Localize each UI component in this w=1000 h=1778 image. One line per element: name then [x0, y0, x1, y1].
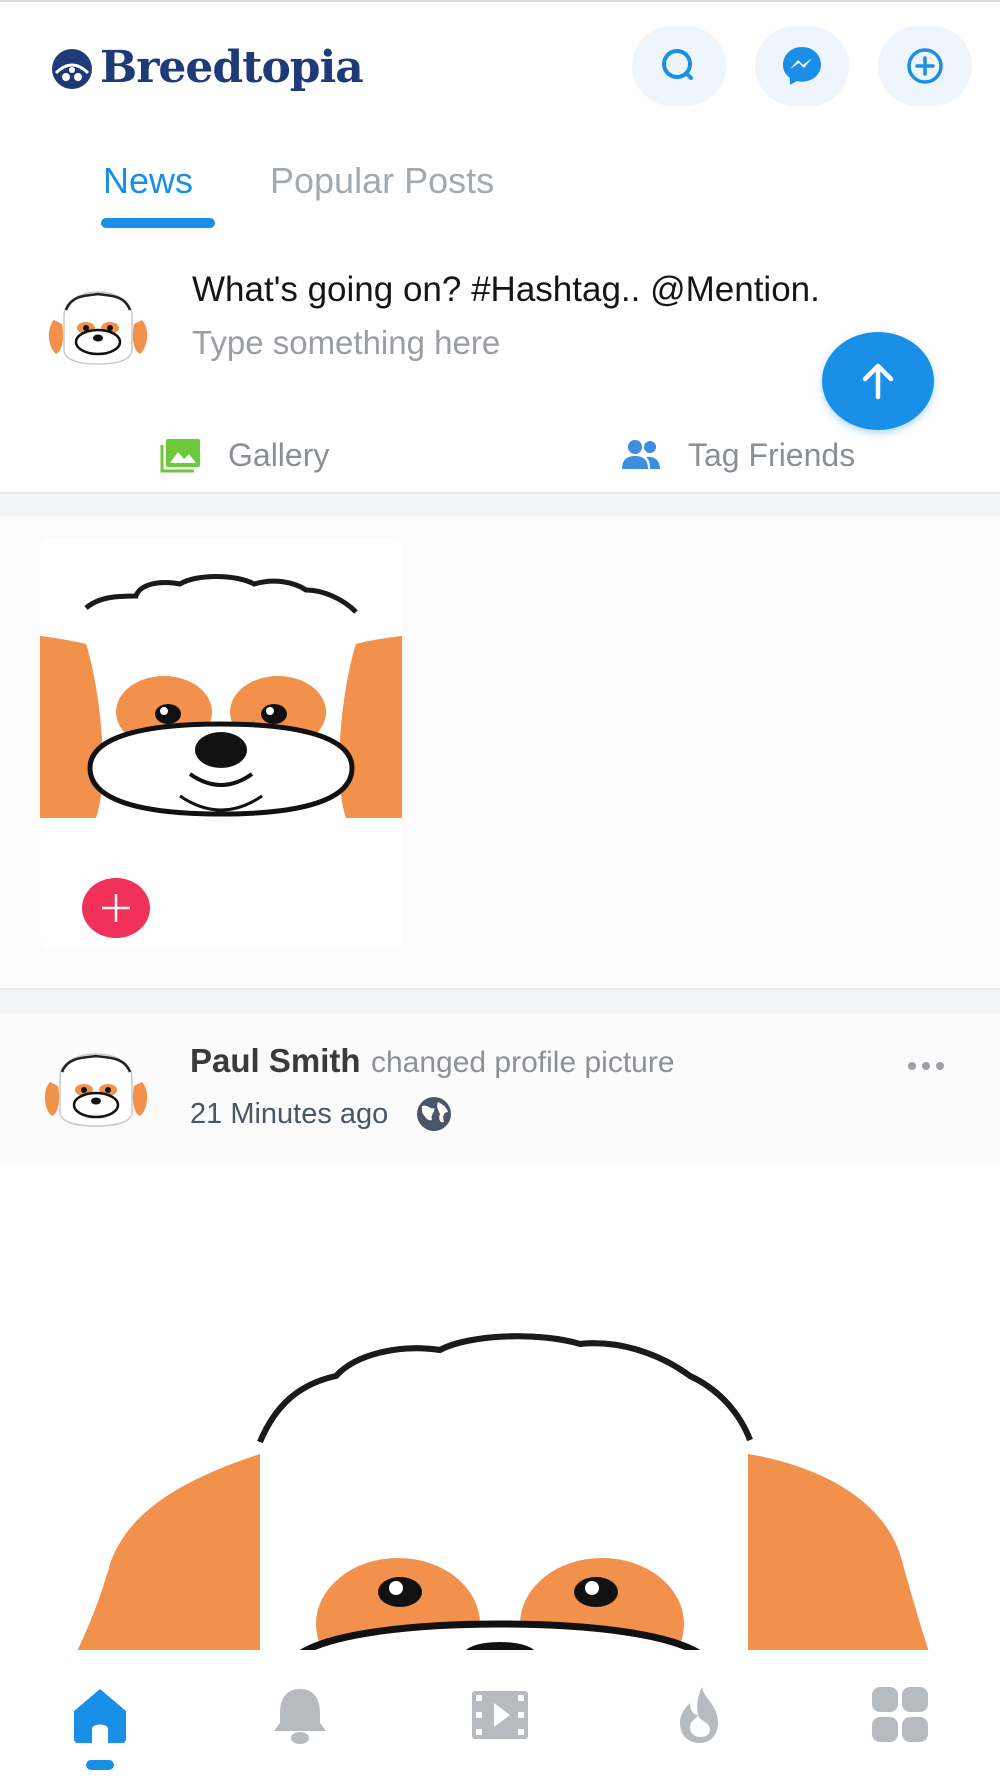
messenger-button[interactable] [755, 26, 849, 106]
bell-icon [274, 1689, 326, 1744]
tab-news[interactable]: News [103, 160, 193, 202]
nav-home[interactable] [60, 1680, 140, 1750]
post-action-text: changed profile picture [370, 1046, 675, 1079]
grid-icon [872, 1687, 928, 1742]
post-composer: What's going on? #Hashtag.. @Mention. Ty… [0, 250, 1000, 490]
arrow-up-icon [862, 363, 894, 400]
messenger-icon [783, 47, 821, 85]
composer-input[interactable]: Type something here [192, 324, 500, 362]
composer-prompt[interactable]: What's going on? #Hashtag.. @Mention. [192, 270, 820, 310]
dog-avatar-image [40, 538, 402, 898]
create-button[interactable] [878, 26, 972, 106]
post-title: Paul Smith changed profile picture [190, 1042, 675, 1080]
section-divider [0, 988, 1000, 1014]
globe-icon [417, 1097, 452, 1131]
app-name: Breedtopia [100, 41, 364, 93]
status-divider [0, 0, 1000, 2]
paw-globe-logo [52, 49, 92, 89]
add-circle-icon [907, 48, 943, 84]
gallery-button[interactable]: Gallery [160, 430, 329, 480]
video-icon [472, 1691, 528, 1739]
active-tab-indicator [101, 218, 215, 228]
post-image[interactable] [0, 1164, 1000, 1654]
nav-notifications[interactable] [260, 1680, 340, 1750]
search-button[interactable] [632, 26, 726, 106]
post-header: Paul Smith changed profile picture 21 Mi… [0, 1014, 1000, 1164]
nav-menu[interactable] [860, 1680, 940, 1750]
feed-tabs: News Popular Posts [0, 150, 1000, 230]
app-header: Breedtopia [0, 20, 1000, 116]
avatar[interactable] [42, 280, 154, 370]
more-dots-icon[interactable] [906, 1058, 946, 1074]
post-author-name[interactable]: Paul Smith [190, 1042, 361, 1079]
plus-icon [102, 894, 130, 922]
add-story-button[interactable] [82, 878, 150, 938]
tag-friends-button[interactable]: Tag Friends [620, 430, 855, 480]
search-icon [662, 49, 693, 80]
nav-videos[interactable] [460, 1680, 540, 1750]
gallery-icon [160, 439, 200, 473]
avatar[interactable] [40, 1048, 152, 1128]
nav-trending[interactable] [660, 1680, 740, 1750]
people-icon [622, 440, 660, 469]
feed-post: Paul Smith changed profile picture 21 Mi… [0, 1014, 1000, 1654]
post-timestamp[interactable]: 21 Minutes ago [190, 1098, 388, 1131]
stories-section [0, 516, 1000, 988]
bottom-navigation [0, 1650, 1000, 1778]
app-logo[interactable]: Breedtopia [46, 41, 364, 93]
home-icon [74, 1689, 126, 1743]
gallery-label: Gallery [228, 436, 330, 473]
active-nav-indicator [86, 1760, 114, 1770]
dog-profile-image [0, 1164, 1000, 1654]
tab-popular-posts[interactable]: Popular Posts [270, 160, 494, 202]
section-divider [0, 492, 1000, 516]
tag-friends-label: Tag Friends [688, 436, 856, 473]
fire-icon [680, 1687, 718, 1743]
publish-post-button[interactable] [822, 332, 934, 430]
story-card[interactable] [40, 538, 402, 948]
post-meta: 21 Minutes ago [190, 1094, 454, 1134]
